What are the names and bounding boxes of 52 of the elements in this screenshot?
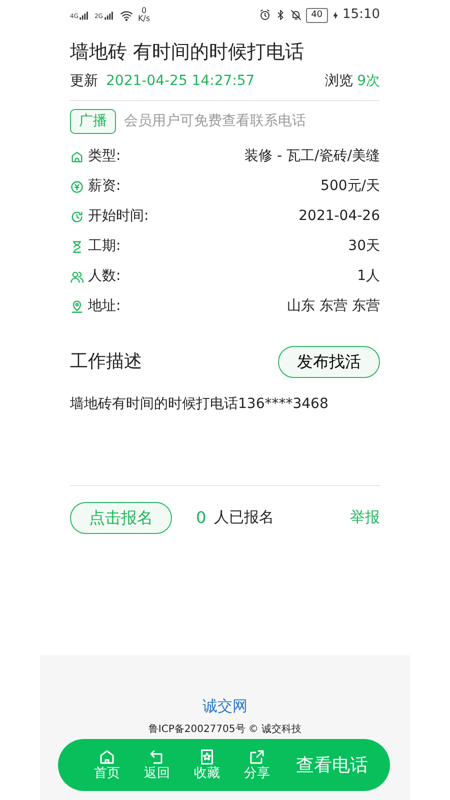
muted-bell-icon xyxy=(290,9,302,21)
bottom-nav-item[interactable]: 收藏 xyxy=(182,748,232,782)
post-job-button[interactable]: 发布找活 xyxy=(278,346,380,378)
detail-label: 薪资: xyxy=(88,177,121,196)
detail-value: 装修 - 瓦工/瓷砖/美缝 xyxy=(244,147,380,166)
bottom-nav-item[interactable]: 返回 xyxy=(132,748,182,782)
detail-label: 开始时间: xyxy=(88,207,149,226)
post-title: 墙地砖 有时间的时候打电话 xyxy=(70,40,306,65)
location-pin-icon xyxy=(70,300,84,314)
detail-label: 人数: xyxy=(88,267,121,286)
section-heading: 工作描述 xyxy=(70,350,142,374)
detail-label: 类型: xyxy=(88,147,121,166)
signal-icon xyxy=(78,10,90,20)
speed-value: 0 xyxy=(140,7,148,15)
copyright-text: 鲁ICP备20027705号 © 诚交科技 xyxy=(148,722,302,736)
updated-label: 更新 xyxy=(70,72,98,90)
battery-indicator: 40 xyxy=(306,8,328,22)
wifi-icon xyxy=(118,8,134,22)
report-link[interactable]: 举报 xyxy=(350,506,380,529)
bottom-nav-item[interactable]: 分享 xyxy=(232,748,282,782)
detail-value: 2021-04-26 xyxy=(298,207,380,226)
share-icon xyxy=(248,748,266,766)
signup-button[interactable]: 点击报名 xyxy=(70,502,172,534)
detail-label: 地址: xyxy=(88,297,121,316)
alarm-icon xyxy=(259,9,272,21)
signup-count: 0 xyxy=(196,506,206,528)
detail-label: 工期: xyxy=(88,237,121,256)
detail-value: 1人 xyxy=(357,267,380,286)
speed-unit: K/s xyxy=(138,15,150,23)
home-icon xyxy=(98,748,116,766)
description-text: 墙地砖有时间的时候打电话136****3468 xyxy=(70,394,380,486)
signup-count-label: 人已报名 xyxy=(214,507,274,528)
people-icon xyxy=(70,270,84,284)
coin-icon xyxy=(70,180,84,194)
notice-text: 会员用户可免费查看联系电话 xyxy=(124,112,306,130)
bluetooth-icon xyxy=(275,9,286,21)
charging-icon xyxy=(332,10,339,20)
broadcast-tag: 广播 xyxy=(70,108,116,134)
updated-time: 2021-04-25 14:27:57 xyxy=(106,72,255,90)
views-count: 9次 xyxy=(357,72,380,90)
site-link[interactable]: 诚交网 xyxy=(202,695,248,718)
clock-time: 15:10 xyxy=(342,6,380,24)
bottom-nav-item[interactable]: 首页 xyxy=(82,748,132,782)
house-icon xyxy=(70,150,84,164)
detail-value: 山东 东营 东营 xyxy=(287,297,380,316)
clock-icon xyxy=(70,210,84,224)
hourglass-icon xyxy=(70,240,84,254)
signal-icon xyxy=(102,10,115,20)
detail-value: 30天 xyxy=(348,237,380,256)
views-label: 浏览 xyxy=(325,72,354,90)
view-phone-button[interactable]: 查看电话 xyxy=(290,750,374,780)
detail-value: 500元/天 xyxy=(320,177,380,196)
